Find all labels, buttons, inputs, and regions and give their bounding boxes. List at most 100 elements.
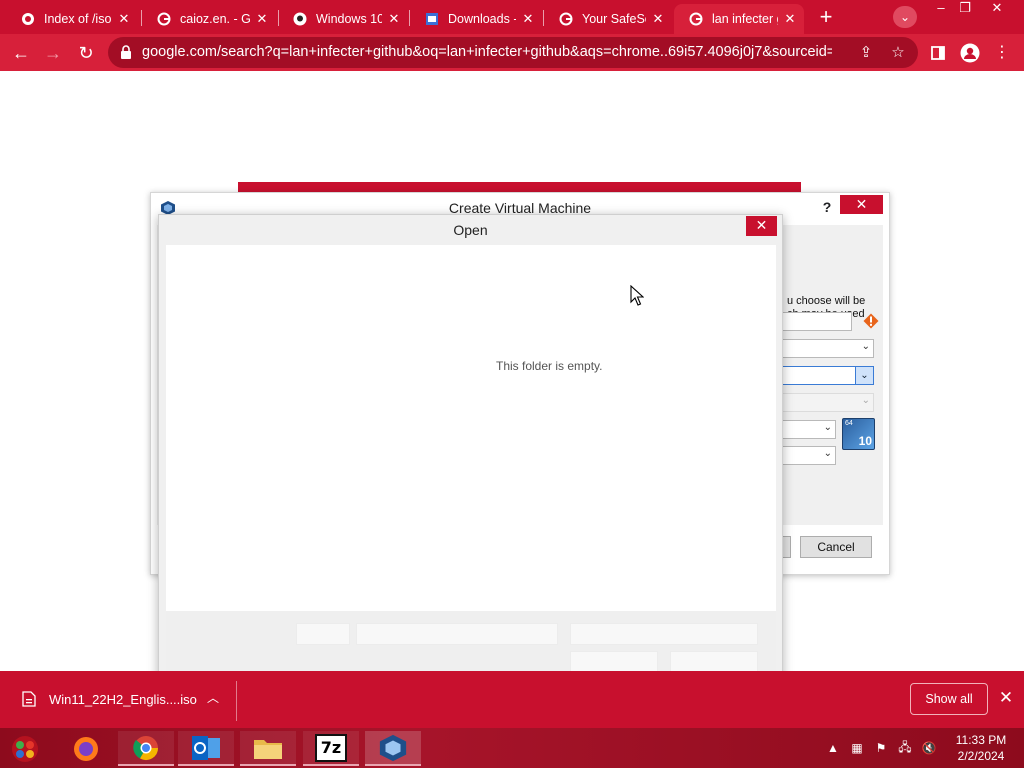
chevron-down-icon: ⌄ [823, 448, 832, 459]
clock-time: 11:33 PM [955, 733, 1007, 747]
open-file-dialog: Open ✕ This folder is empty. [158, 214, 783, 693]
download-shelf: Win11_22H2_Englis....iso ︿ Show all ✕ [0, 671, 1024, 728]
warning-icon [863, 313, 879, 329]
window-close-button[interactable]: ✕ [982, 0, 1012, 18]
close-icon: ✕ [998, 688, 1014, 707]
chevron-down-icon: ⌄ [855, 367, 873, 384]
back-button[interactable]: ← [8, 40, 34, 66]
tab-title: Index of /iso [44, 12, 112, 26]
firefox-taskbar-button[interactable] [58, 731, 114, 766]
mouse-cursor-icon [630, 285, 644, 306]
close-icon: ✕ [755, 217, 768, 233]
7zip-icon: 7z [315, 733, 347, 762]
tab-caioz[interactable]: caioz.en. - G ✕ [142, 4, 276, 34]
network-sharing-icon[interactable]: ▦ [848, 728, 866, 768]
folder-select[interactable]: ⌄ [782, 339, 874, 358]
reload-icon: ↻ [78, 43, 94, 63]
arrow-right-icon: → [44, 43, 62, 63]
virtualbox-taskbar-button[interactable] [365, 731, 421, 766]
file-icon [22, 691, 36, 707]
close-icon[interactable]: ✕ [254, 11, 270, 27]
7zip-taskbar-button[interactable]: 7z [303, 731, 359, 766]
browser-toolbar: ← → ↻ google.com/search?q=lan+infecter+g… [0, 34, 1024, 71]
close-icon[interactable]: ✕ [116, 11, 132, 27]
os-bits-label: 64 [845, 420, 853, 427]
forward-button[interactable]: → [40, 40, 66, 66]
arrow-left-icon: ← [12, 43, 30, 63]
description-line: u choose will be [787, 295, 866, 307]
virtualbox-icon [379, 734, 407, 761]
action-center-flag-icon[interactable]: ⚑ [872, 728, 890, 768]
file-list[interactable]: This folder is empty. [166, 245, 776, 611]
dialog-close-button[interactable]: ✕ [746, 216, 777, 236]
file-type-select[interactable] [570, 623, 758, 645]
firefox-icon [74, 736, 98, 761]
tab-index-of-iso[interactable]: Index of /iso ✕ [6, 4, 138, 34]
dialog-close-button[interactable]: ✕ [840, 195, 883, 214]
google-icon [688, 11, 704, 27]
chevron-up-icon[interactable]: ︿ [205, 689, 221, 705]
minimize-icon: – [937, 0, 945, 15]
show-hidden-icons-button[interactable]: ▲ [826, 728, 840, 768]
lock-icon [121, 45, 131, 59]
cancel-button[interactable]: Cancel [800, 536, 872, 558]
show-all-button[interactable]: Show all [910, 683, 988, 715]
side-panel-icon[interactable] [925, 40, 951, 66]
share-icon[interactable]: ⇪ [853, 37, 879, 68]
profile-avatar[interactable] [957, 40, 983, 66]
chrome-taskbar-button[interactable] [118, 731, 174, 766]
clock-date: 2/2/2024 [957, 749, 1005, 763]
download-file-name[interactable]: Win11_22H2_Englis....iso [49, 692, 197, 707]
empty-folder-message: This folder is empty. [496, 359, 603, 373]
system-clock[interactable]: 11:33 PM 2/2/2024 [950, 732, 1012, 764]
close-icon: ✕ [991, 0, 1003, 15]
chrome-icon [133, 735, 158, 760]
bookmark-star-icon[interactable]: ☆ [885, 37, 911, 68]
tab-your-safesearch[interactable]: Your SafeSe ✕ [544, 4, 672, 34]
windows-taskbar: 7z ▲ ▦ ⚑ 🖧 🔇 11:33 PM 2/2/2024 [0, 728, 1024, 768]
close-icon[interactable]: ✕ [386, 11, 402, 27]
tab-title: caioz.en. - G [180, 12, 250, 26]
divider [236, 681, 237, 721]
iso-image-select[interactable]: ⌄ [782, 366, 874, 385]
tab-downloads[interactable]: Downloads - ✕ [410, 4, 542, 34]
google-icon [558, 11, 574, 27]
7zip-label: 7z [320, 737, 342, 757]
windows-10-os-icon: 64 10 [842, 418, 875, 450]
restore-button[interactable]: ❐ [950, 0, 980, 18]
os-version-label: 10 [858, 434, 872, 448]
folder-icon [254, 739, 282, 759]
tab-title: Windows 10 [316, 12, 382, 26]
volume-muted-icon[interactable]: 🔇 [920, 728, 938, 768]
tab-lan-infecter[interactable]: lan infecter g ✕ [674, 4, 804, 34]
address-bar[interactable]: google.com/search?q=lan+infecter+github&… [108, 37, 918, 68]
tab-search-button[interactable]: ⌄ [893, 6, 917, 28]
type-select[interactable]: ⌄ [782, 420, 836, 439]
tab-title: Downloads - [448, 12, 516, 26]
kebab-menu-icon[interactable]: ⋮ [989, 40, 1015, 66]
start-orb-icon[interactable] [6, 730, 44, 766]
close-icon[interactable]: ✕ [520, 11, 536, 27]
tab-windows-10[interactable]: Windows 10 ✕ [278, 4, 408, 34]
help-button[interactable]: ? [817, 197, 837, 217]
close-shelf-button[interactable]: ✕ [996, 688, 1016, 708]
file-explorer-taskbar-button[interactable] [240, 731, 296, 766]
tab-title: lan infecter g [712, 12, 778, 26]
close-icon[interactable]: ✕ [782, 11, 798, 27]
dialog-title: Open [159, 215, 782, 245]
globe-icon [20, 11, 36, 27]
close-icon[interactable]: ✕ [650, 11, 666, 27]
file-name-input[interactable] [356, 623, 558, 645]
outlook-taskbar-button[interactable] [178, 731, 234, 766]
chevron-down-icon: ⌄ [861, 395, 870, 406]
outlook-icon [192, 735, 220, 760]
github-icon [292, 11, 308, 27]
reload-button[interactable]: ↻ [73, 40, 99, 66]
new-tab-button[interactable]: + [814, 6, 838, 30]
url-text[interactable]: google.com/search?q=lan+infecter+github&… [142, 37, 832, 68]
network-icon[interactable]: 🖧 [896, 728, 914, 768]
file-name-label [296, 623, 350, 645]
version-select[interactable]: ⌄ [782, 446, 836, 465]
edition-select: ⌄ [782, 393, 874, 412]
name-field[interactable] [782, 312, 852, 331]
